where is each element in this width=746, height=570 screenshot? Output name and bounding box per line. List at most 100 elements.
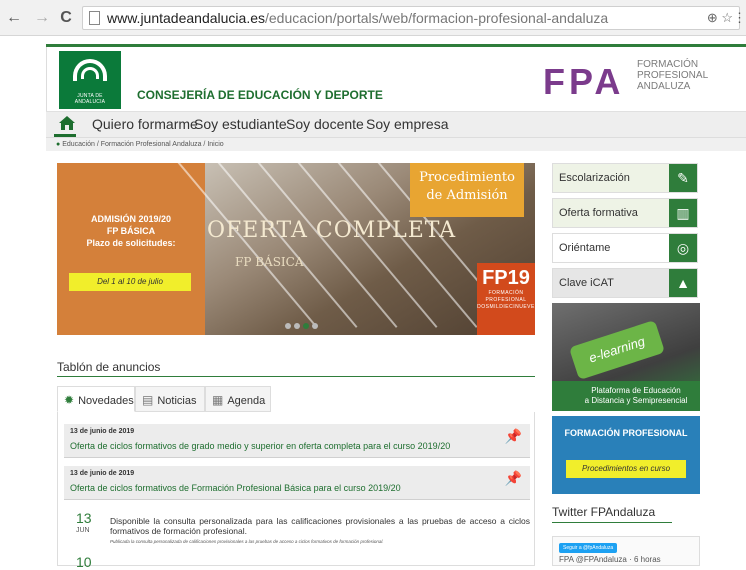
sidebar-item-clave-icat[interactable]: Clave iCAT ▲	[552, 268, 698, 298]
notice-title[interactable]: Oferta de ciclos formativos de Formación…	[70, 483, 401, 493]
url-path: /educacion/portals/web/formacion-profesi…	[265, 10, 609, 26]
fpa-logo[interactable]: FPA	[543, 61, 624, 103]
gear-icon: ✹	[64, 393, 75, 407]
fpa-line1: FORMACIÓN	[637, 59, 699, 70]
fpa-line2: PROFESIONAL	[637, 70, 709, 81]
twitter-title: Twitter FPAndaluza	[552, 505, 656, 519]
compass-icon: ◎	[669, 234, 697, 262]
photo-stripe	[254, 163, 398, 328]
slide-left-line2: FP BÁSICA	[106, 226, 156, 236]
elearning-line1: Plataforma de Educación	[591, 386, 681, 395]
menu-item-soy-estudiante[interactable]: Soy estudiante	[194, 116, 287, 132]
fp19-line2: PROFESIONAL	[485, 297, 527, 303]
location-pin-icon: ●	[56, 141, 61, 148]
slider-dot[interactable]	[285, 323, 291, 329]
sidebar-item-label: Escolarización	[559, 172, 630, 184]
elearning-banner[interactable]: e-learning Plataforma de Educación a Dis…	[552, 303, 700, 411]
tab-agenda[interactable]: ▦ Agenda	[205, 386, 271, 412]
elearning-caption: Plataforma de Educación a Distancia y Se…	[552, 381, 700, 411]
consejeria-title[interactable]: CONSEJERÍA DE EDUCACIÓN Y DEPORTE	[137, 88, 383, 102]
rocket-icon: ▲	[669, 269, 697, 297]
calendar-icon: ▦	[212, 393, 224, 407]
slide-fp-basica: FP BÁSICA	[235, 255, 304, 269]
tablon-title: Tablón de anuncios	[57, 360, 161, 374]
slide-left-line3: Plazo de solicitudes:	[86, 238, 176, 248]
photo-stripe	[214, 163, 358, 328]
logo-arc-inner-icon	[81, 67, 99, 79]
tab-label: Novedades	[78, 395, 134, 407]
slide-left-panel: ADMISIÓN 2019/20 FP BÁSICA Plazo de soli…	[57, 163, 205, 335]
sidebar-item-label: Oriéntame	[559, 242, 611, 254]
notice-date: 13 de junio de 2019	[70, 428, 135, 435]
slide-procedimiento-box: Procedimiento de Admisión	[410, 163, 524, 217]
slider-dots	[285, 321, 325, 331]
home-icon[interactable]	[58, 115, 76, 135]
tablon-tabs: ✹ Novedades ▤ Noticias ▦ Agenda	[57, 386, 535, 412]
sidebar-item-oferta-formativa[interactable]: Oferta formativa ▥	[552, 198, 698, 228]
event-text[interactable]: Disponible la consulta personalizada par…	[110, 516, 530, 536]
tablon-panel: 13 de junio de 2019 Oferta de ciclos for…	[57, 412, 535, 570]
menu-item-soy-docente[interactable]: Soy docente	[286, 116, 364, 132]
fpa-line3: ANDALUZA	[637, 81, 691, 92]
event-month: JUN	[76, 527, 90, 534]
main-menu: Quiero formarme Soy estudiante Soy docen…	[46, 111, 746, 137]
tab-novedades[interactable]: ✹ Novedades	[57, 386, 135, 412]
tab-label: Noticias	[157, 395, 197, 407]
fp19-line3: DOSMILDIECINUEVE	[477, 304, 535, 310]
notice-item[interactable]: 13 de junio de 2019 Oferta de ciclos for…	[64, 466, 530, 500]
url-text: www.juntadeandalucia.es/educacion/portal…	[107, 10, 608, 26]
twitter-account[interactable]: FPA @FPAndaluza · 6 horas	[559, 555, 661, 564]
twitter-underline	[552, 522, 672, 523]
tab-label: Agenda	[227, 395, 266, 407]
reload-button[interactable]: C	[58, 9, 74, 27]
page-icon	[89, 11, 100, 25]
twitter-follow-button[interactable]: Seguir a @fpAndaluza	[559, 543, 618, 553]
slide-left-line1: ADMISIÓN 2019/20	[90, 214, 172, 224]
slide-oferta-title: OFERTA COMPLETA	[207, 218, 457, 243]
proc-line2: de Admisión	[426, 188, 508, 203]
slide-date-pill: Del 1 al 10 de julio	[69, 273, 191, 291]
event-day: 10	[76, 554, 92, 570]
procedimientos-button[interactable]: Procedimientos en curso	[566, 460, 686, 478]
junta-logo[interactable]: JUNTA DE ANDALUCIA	[59, 51, 121, 109]
fp-procedimientos-banner[interactable]: FORMACIÓN PROFESIONAL Procedimientos en …	[552, 416, 700, 494]
fp19-line1: FORMACIÓN	[488, 290, 524, 296]
twitter-widget: Seguir a @fpAndaluza FPA @FPAndaluza · 6…	[552, 536, 700, 566]
notice-title[interactable]: Oferta de ciclos formativos de grado med…	[70, 441, 450, 451]
slider-dot-active[interactable]	[303, 323, 309, 329]
menu-item-soy-empresa[interactable]: Soy empresa	[366, 116, 448, 132]
event-day: 13	[76, 510, 92, 526]
browser-toolbar: ← → C www.juntadeandalucia.es/educacion/…	[0, 0, 746, 36]
sidebar-item-escolarizacion[interactable]: Escolarización ✎	[552, 163, 698, 193]
pin-icon: 📌	[504, 470, 522, 486]
fp19-text: FP19	[482, 267, 530, 289]
books-icon: ▥	[669, 199, 697, 227]
forward-button[interactable]: →	[34, 9, 50, 27]
back-button[interactable]: ←	[6, 9, 22, 27]
tablon-underline	[57, 376, 535, 377]
school-icon: ✎	[669, 164, 697, 192]
tab-noticias[interactable]: ▤ Noticias	[135, 386, 205, 412]
breadcrumb-text[interactable]: Educación / Formación Profesional Andalu…	[62, 141, 223, 148]
fp-banner-title: FORMACIÓN PROFESIONAL	[564, 428, 688, 438]
menu-item-quiero-formarme[interactable]: Quiero formarme	[92, 116, 198, 132]
notice-item[interactable]: 13 de junio de 2019 Oferta de ciclos for…	[64, 424, 530, 458]
elearning-key: e-learning	[568, 319, 666, 381]
sidebar-item-orientame[interactable]: Oriéntame ◎	[552, 233, 698, 263]
site-header: JUNTA DE ANDALUCIA CONSEJERÍA DE EDUCACI…	[46, 47, 746, 111]
url-domain: www.juntadeandalucia.es	[107, 10, 265, 26]
browser-menu-icon[interactable]: ⋮	[733, 10, 746, 26]
notice-date: 13 de junio de 2019	[70, 470, 135, 477]
fp19-logo: FP19 FORMACIÓN PROFESIONAL DOSMILDIECINU…	[477, 263, 535, 335]
zoom-icon[interactable]: ⊕	[707, 10, 718, 25]
address-bar[interactable]: www.juntadeandalucia.es/educacion/portal…	[82, 6, 740, 30]
star-icon[interactable]: ☆	[721, 10, 733, 25]
sidebar-item-label: Clave iCAT	[559, 277, 614, 289]
slider-dot[interactable]	[294, 323, 300, 329]
breadcrumb: ● Educación / Formación Profesional Anda…	[46, 137, 746, 151]
fpa-subtitle: FORMACIÓN PROFESIONAL ANDALUZA	[637, 59, 708, 92]
hero-slider[interactable]: ADMISIÓN 2019/20 FP BÁSICA Plazo de soli…	[57, 163, 535, 335]
url-actions: ⊕ ☆	[707, 10, 733, 26]
slider-dot[interactable]	[312, 323, 318, 329]
site: JUNTA DE ANDALUCIA CONSEJERÍA DE EDUCACI…	[0, 36, 746, 570]
